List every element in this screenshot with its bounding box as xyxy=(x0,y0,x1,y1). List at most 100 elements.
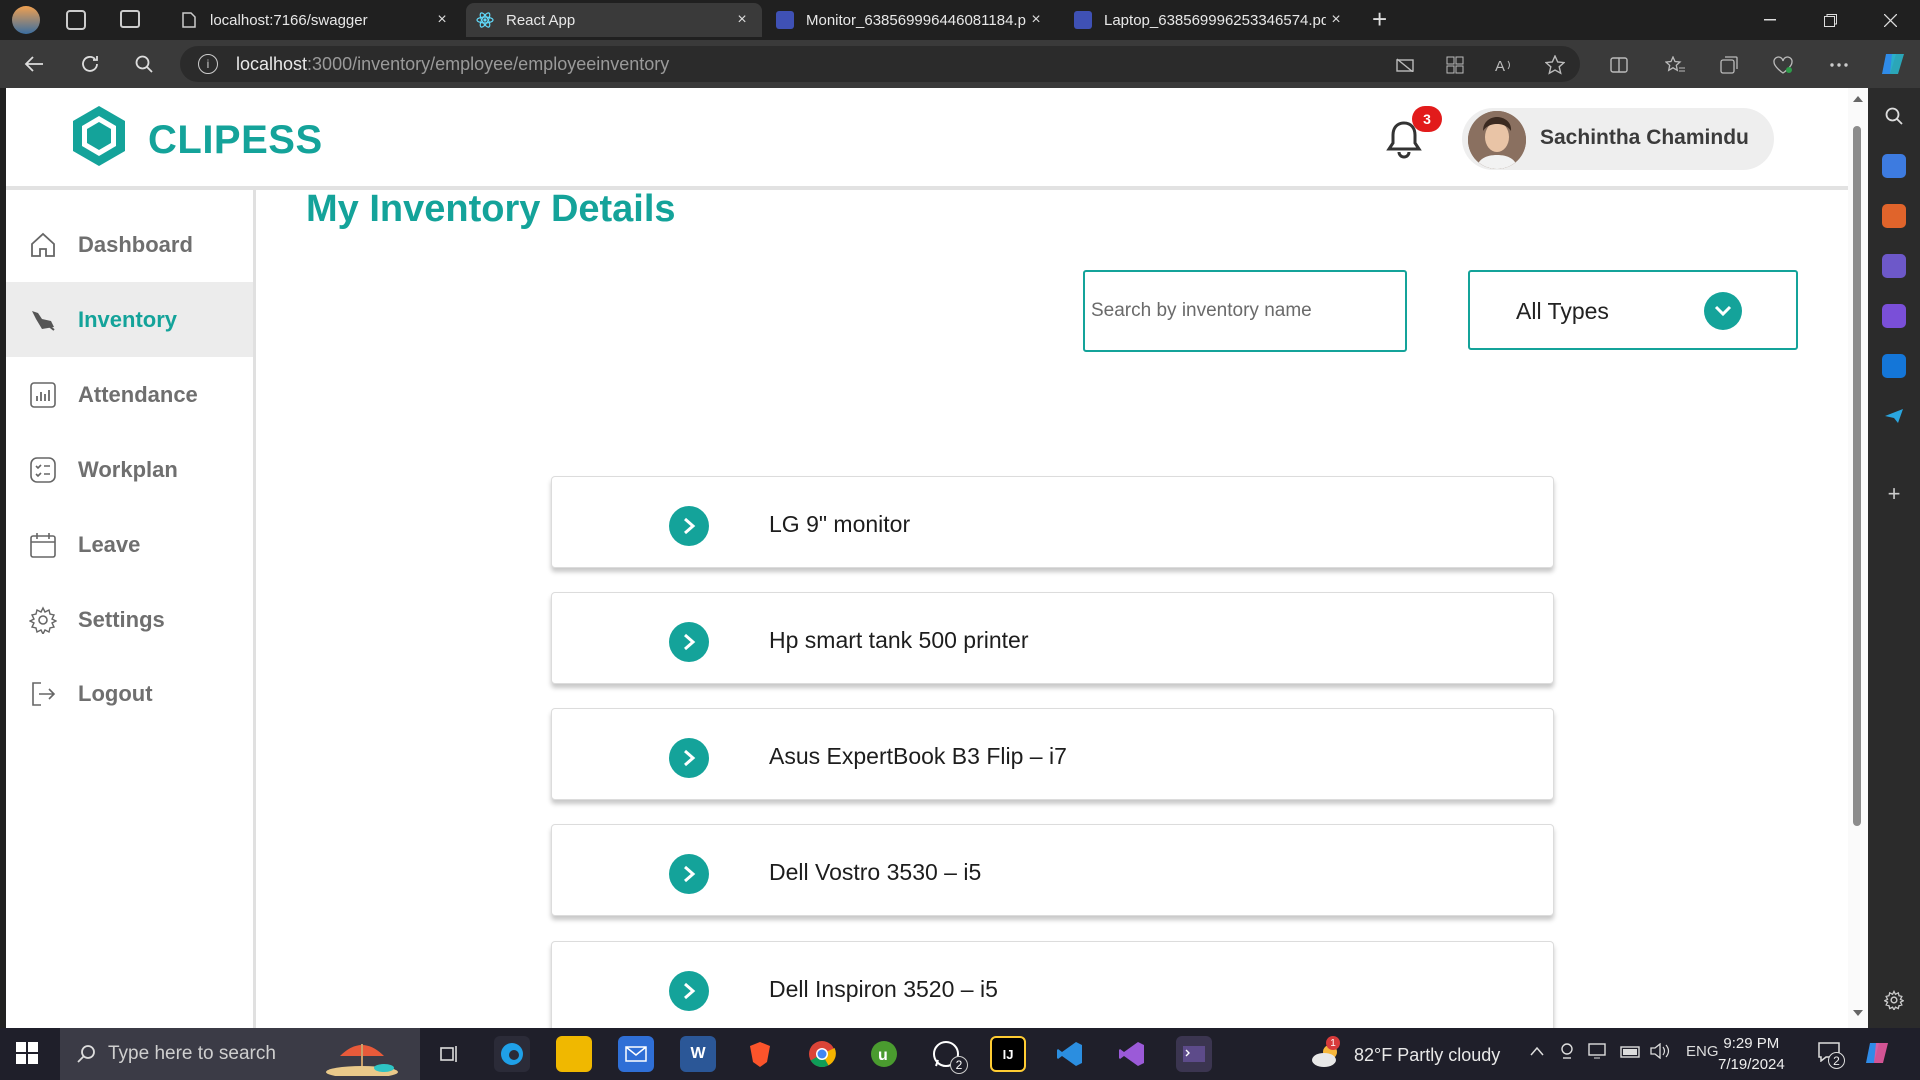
os-taskbar: Type here to search W u 2 IJ 1 82°F Part… xyxy=(0,1028,1920,1080)
clock[interactable]: 9:29 PM 7/19/2024 xyxy=(1718,1033,1785,1075)
address-bar[interactable]: i localhost:3000/inventory/employee/empl… xyxy=(180,46,1580,82)
apps-icon[interactable] xyxy=(1444,54,1466,76)
site-info-icon[interactable]: i xyxy=(198,54,218,74)
add-icon[interactable]: + xyxy=(1882,481,1906,506)
user-profile[interactable]: Sachintha Chamindu xyxy=(1462,108,1774,170)
read-aloud-icon[interactable]: A xyxy=(1494,54,1516,76)
tab-laptop-pdf[interactable]: Laptop_638569996253346574.pd × xyxy=(1064,3,1356,37)
weather-text: 82°F Partly cloudy xyxy=(1354,1044,1501,1065)
inventory-item[interactable]: Asus ExpertBook B3 Flip – i7 xyxy=(551,708,1554,800)
mail-icon[interactable] xyxy=(618,1036,654,1072)
gear-icon[interactable] xyxy=(1882,988,1906,1012)
close-tab-icon[interactable]: × xyxy=(732,11,752,29)
tab-swagger[interactable]: localhost:7166/swagger × xyxy=(170,3,462,37)
intellij-icon[interactable]: IJ xyxy=(990,1036,1026,1072)
page-scrollbar[interactable] xyxy=(1848,88,1868,1028)
taskbar-search[interactable]: Type here to search xyxy=(60,1028,420,1080)
inventory-item[interactable]: Dell Inspiron 3520 – i5 xyxy=(551,941,1554,1028)
favorites-icon[interactable] xyxy=(1664,54,1686,76)
vscode-icon[interactable] xyxy=(1052,1036,1088,1072)
chrome-icon[interactable] xyxy=(804,1036,840,1072)
back-icon[interactable] xyxy=(18,48,50,80)
chevron-right-icon[interactable] xyxy=(669,622,709,662)
file-explorer-icon[interactable] xyxy=(556,1036,592,1072)
sidebar-item-label: Dashboard xyxy=(78,231,193,257)
chevron-right-icon[interactable] xyxy=(669,506,709,546)
scroll-thumb[interactable] xyxy=(1853,126,1861,826)
sidebar-item-leave[interactable]: Leave xyxy=(6,507,253,582)
close-tab-icon[interactable]: × xyxy=(1326,11,1346,29)
split-screen-icon[interactable] xyxy=(1608,54,1630,76)
webcam-icon[interactable] xyxy=(1560,1043,1574,1064)
scroll-up-icon[interactable] xyxy=(1853,96,1863,102)
refresh-icon[interactable] xyxy=(74,48,106,80)
tab-label: Laptop_638569996253346574.pd xyxy=(1104,11,1326,29)
weather-badge: 1 xyxy=(1326,1036,1340,1050)
chevron-right-icon[interactable] xyxy=(669,854,709,894)
sidebar-item-attendance[interactable]: Attendance xyxy=(6,357,253,432)
volume-icon[interactable] xyxy=(1650,1042,1670,1064)
battery-icon[interactable] xyxy=(1620,1045,1642,1063)
sidebar-item-inventory[interactable]: Inventory xyxy=(6,282,253,357)
minimize-icon[interactable] xyxy=(1740,0,1800,40)
inventory-item[interactable]: LG 9" monitor xyxy=(551,476,1554,568)
profile-icon[interactable] xyxy=(12,6,40,34)
chevron-right-icon[interactable] xyxy=(669,738,709,778)
sidebar-item-dashboard[interactable]: Dashboard xyxy=(6,207,253,282)
collections-icon[interactable] xyxy=(1718,54,1740,76)
restore-icon[interactable] xyxy=(1800,0,1860,40)
notification-center-icon[interactable]: 2 xyxy=(1818,1042,1845,1069)
sidebar-item-logout[interactable]: Logout xyxy=(6,656,253,731)
sidebar-item-workplan[interactable]: Workplan xyxy=(6,432,253,507)
language-indicator[interactable]: ENG xyxy=(1686,1043,1719,1060)
brave-icon[interactable] xyxy=(742,1036,778,1072)
search-icon[interactable] xyxy=(128,48,160,80)
home-icon xyxy=(28,230,58,260)
more-options-icon[interactable] xyxy=(1828,54,1850,76)
workspaces-icon[interactable] xyxy=(66,10,86,30)
notification-badge: 3 xyxy=(1412,106,1442,132)
inventory-item[interactable]: Dell Vostro 3530 – i5 xyxy=(551,824,1554,916)
close-window-icon[interactable] xyxy=(1860,0,1920,40)
send-icon[interactable] xyxy=(1882,404,1906,428)
gear-icon xyxy=(28,605,58,635)
chevron-up-icon[interactable] xyxy=(1530,1043,1546,1061)
windows-start-icon[interactable] xyxy=(16,1042,40,1066)
close-tab-icon[interactable]: × xyxy=(432,11,452,29)
terminal-icon[interactable] xyxy=(1176,1036,1212,1072)
copilot-taskbar-icon[interactable] xyxy=(1864,1040,1894,1068)
react-icon xyxy=(476,11,494,29)
svg-text:A: A xyxy=(1495,58,1505,74)
task-view-icon[interactable] xyxy=(432,1036,468,1072)
tab-monitor-pdf[interactable]: Monitor_638569996446081184.p × xyxy=(766,3,1056,37)
outlook-icon[interactable] xyxy=(1882,354,1906,378)
tools-icon[interactable] xyxy=(1882,204,1906,228)
camera-blocked-icon[interactable] xyxy=(1394,54,1416,76)
tab-label: React App xyxy=(506,11,576,29)
close-tab-icon[interactable]: × xyxy=(1026,11,1046,29)
search-input[interactable] xyxy=(1083,270,1407,352)
word-icon[interactable]: W xyxy=(680,1036,716,1072)
chevron-right-icon[interactable] xyxy=(669,971,709,1011)
edge-app-icon[interactable] xyxy=(494,1036,530,1072)
visual-studio-icon[interactable] xyxy=(1114,1036,1150,1072)
network-icon[interactable] xyxy=(1588,1043,1606,1064)
new-tab-button[interactable]: + xyxy=(1372,4,1387,35)
tab-react-app[interactable]: React App × xyxy=(466,3,762,37)
weather-widget[interactable]: 1 82°F Partly cloudy xyxy=(1310,1036,1501,1068)
sidebar-item-settings[interactable]: Settings xyxy=(6,582,253,657)
copilot-icon[interactable] xyxy=(1880,50,1908,78)
scroll-down-icon[interactable] xyxy=(1853,1010,1863,1016)
inventory-item[interactable]: Hp smart tank 500 printer xyxy=(551,592,1554,684)
type-filter-select[interactable]: All Types xyxy=(1468,270,1798,350)
games-icon[interactable] xyxy=(1882,254,1906,278)
utorrent-icon[interactable]: u xyxy=(866,1036,902,1072)
copilot-app-icon[interactable] xyxy=(1882,304,1906,328)
favorite-star-icon[interactable] xyxy=(1544,54,1566,76)
browser-essentials-icon[interactable] xyxy=(1772,54,1794,76)
vertical-tabs-icon[interactable] xyxy=(120,10,140,28)
shopping-icon[interactable] xyxy=(1882,154,1906,178)
search-icon[interactable] xyxy=(1882,104,1906,128)
avatar xyxy=(1468,111,1526,169)
whatsapp-icon[interactable]: 2 xyxy=(928,1036,968,1074)
